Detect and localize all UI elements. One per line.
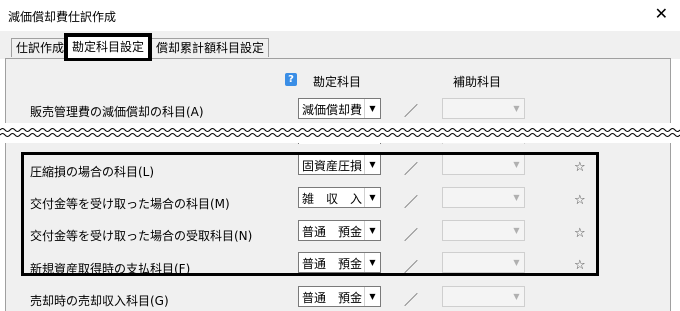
dropdown-arrow-icon: ▼ xyxy=(513,160,520,169)
sub-account-select: ▼ xyxy=(442,154,525,175)
close-icon[interactable]: ✕ xyxy=(655,6,668,22)
help-icon[interactable]: ? xyxy=(285,73,297,86)
row-label-sale-proceeds: 売却時の売却収入科目(G) xyxy=(30,294,169,308)
account-column-header: 勘定科目 xyxy=(313,75,362,89)
dropdown-arrow-icon[interactable]: ▼ xyxy=(364,287,380,306)
dropdown-arrow-icon[interactable]: ▼ xyxy=(364,253,380,272)
separator-slash: ／ xyxy=(404,260,418,276)
star-icon: ☆ xyxy=(574,193,586,208)
account-select[interactable]: 普通 預金 ▼ xyxy=(298,252,381,273)
account-value: 雑 収 入 xyxy=(302,192,363,206)
dropdown-arrow-icon: ▼ xyxy=(513,292,520,301)
dropdown-arrow-icon[interactable]: ▼ xyxy=(364,221,380,240)
sub-account-select: ▼ xyxy=(442,286,525,307)
account-select[interactable]: 雑 収 入 ▼ xyxy=(298,187,381,208)
sub-account-select: ▼ xyxy=(442,98,525,119)
row-label-sg-and-a-depreciation: 販売管理費の減価償却の科目(A) xyxy=(30,105,204,119)
separator-slash: ／ xyxy=(404,228,418,244)
separator-slash: ／ xyxy=(404,293,418,309)
star-icon: ☆ xyxy=(574,160,586,175)
sub-account-select: ▼ xyxy=(442,252,525,273)
sub-account-select: ▼ xyxy=(442,220,525,241)
dropdown-arrow-icon: ▼ xyxy=(513,226,520,235)
tab-journal-creation[interactable]: 仕訳作成 xyxy=(11,38,70,57)
title-bar: 減価償却費仕訳作成 ✕ xyxy=(0,0,680,31)
account-value: 固資産圧損 xyxy=(302,159,363,173)
dropdown-arrow-icon[interactable]: ▼ xyxy=(364,188,380,207)
row-label-compression-loss: 圧縮損の場合の科目(L) xyxy=(30,165,155,179)
sub-account-column-header: 補助科目 xyxy=(453,75,502,89)
wavy-break-icon xyxy=(0,128,680,137)
window-title: 減価償却費仕訳作成 xyxy=(8,10,117,24)
account-value: 普通 預金 xyxy=(302,291,363,305)
star-icon: ☆ xyxy=(574,226,586,241)
dropdown-arrow-icon: ▼ xyxy=(513,258,520,267)
row-label-subsidy-receipt-account: 交付金等を受け取った場合の受取科目(N) xyxy=(30,229,253,243)
dropdown-arrow-icon[interactable]: ▼ xyxy=(364,99,380,118)
tab-account-settings[interactable]: 勘定科目設定 xyxy=(63,33,153,61)
sub-account-select: ▼ xyxy=(442,187,525,208)
page-break-wavy-line xyxy=(0,123,680,143)
separator-slash: ／ xyxy=(404,195,418,211)
dropdown-arrow-icon: ▼ xyxy=(513,193,520,202)
row-label-subsidy-received: 交付金等を受け取った場合の科目(M) xyxy=(30,197,230,211)
dropdown-arrow-icon: ▼ xyxy=(513,104,520,113)
tab-accumulated-depreciation-settings[interactable]: 償却累計額科目設定 xyxy=(151,38,270,57)
separator-slash: ／ xyxy=(404,104,418,120)
account-select[interactable]: 減価償却費 ▼ xyxy=(298,98,381,119)
account-value: 普通 預金 xyxy=(302,257,363,271)
account-value: 減価償却費 xyxy=(302,103,363,117)
account-select[interactable]: 普通 預金 ▼ xyxy=(298,220,381,241)
account-value: 普通 預金 xyxy=(302,225,363,239)
separator-slash: ／ xyxy=(404,162,418,178)
account-select[interactable]: 普通 預金 ▼ xyxy=(298,286,381,307)
dropdown-arrow-icon[interactable]: ▼ xyxy=(364,155,380,174)
star-icon: ☆ xyxy=(574,258,586,273)
row-label-new-asset-payment: 新規資産取得時の支払科目(F) xyxy=(30,262,191,276)
account-select[interactable]: 固資産圧損 ▼ xyxy=(298,154,381,175)
